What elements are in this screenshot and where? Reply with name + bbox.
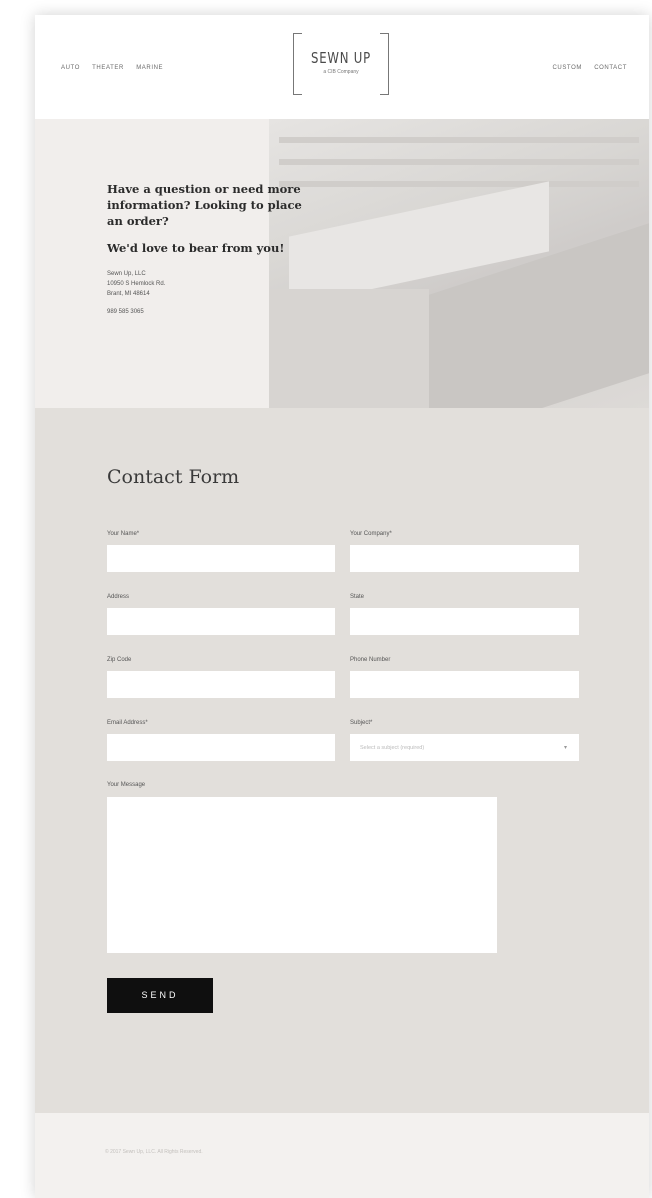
phone-input[interactable] xyxy=(350,671,579,698)
address-block: Sewn Up, LLC 10950 S Hemlock Rd. Brant, … xyxy=(107,269,317,299)
header: AUTO THEATER MARINE SEWN UP a CIB Compan… xyxy=(35,15,649,119)
zip-label: Zip Code xyxy=(107,657,132,663)
hero-photo xyxy=(269,119,649,445)
message-label: Your Message xyxy=(107,782,146,788)
logo-bracket-right xyxy=(380,33,389,95)
copyright: © 2017 Sewn Up, LLC. All Rights Reserved… xyxy=(105,1149,203,1155)
address-line: Brant, MI 48614 xyxy=(107,291,150,297)
company-input[interactable] xyxy=(350,545,579,572)
logo[interactable]: SEWN UP a CIB Company xyxy=(293,33,389,95)
logo-tagline: a CIB Company xyxy=(323,69,359,75)
subject-label: Subject* xyxy=(350,720,373,726)
contact-form-section: Contact Form Your Name* Your Company* Ad… xyxy=(35,408,649,1113)
email-label: Email Address* xyxy=(107,720,148,726)
logo-bracket-left xyxy=(293,33,302,95)
zip-input[interactable] xyxy=(107,671,335,698)
photo-detail xyxy=(279,181,639,187)
nav-theater[interactable]: THEATER xyxy=(92,65,124,71)
address-line: 10950 S Hemlock Rd. xyxy=(107,281,166,287)
address-input[interactable] xyxy=(107,608,335,635)
logo-name: SEWN UP xyxy=(311,49,371,67)
footer: © 2017 Sewn Up, LLC. All Rights Reserved… xyxy=(35,1113,649,1198)
hero-love: We'd love to bear from you! xyxy=(107,241,285,255)
name-input[interactable] xyxy=(107,545,335,572)
address-label: Address xyxy=(107,594,130,600)
message-textarea[interactable] xyxy=(107,797,497,953)
nav-auto[interactable]: AUTO xyxy=(61,65,80,71)
nav-right: CUSTOM CONTACT xyxy=(542,65,627,71)
nav-marine[interactable]: MARINE xyxy=(136,65,163,71)
address-line: Sewn Up, LLC xyxy=(107,271,146,277)
photo-detail xyxy=(279,159,639,165)
company-label: Your Company* xyxy=(350,531,392,537)
chevron-down-icon: ▾ xyxy=(563,745,567,751)
state-label: State xyxy=(350,594,365,600)
hero-question: Have a question or need more information… xyxy=(107,182,302,228)
state-input[interactable] xyxy=(350,608,579,635)
phone-label: Phone Number xyxy=(350,657,391,663)
form-title: Contact Form xyxy=(107,466,240,488)
hero-text: Have a question or need more information… xyxy=(107,181,317,315)
nav-custom[interactable]: CUSTOM xyxy=(552,65,582,71)
subject-placeholder: Select a subject (required) xyxy=(360,745,425,751)
subject-select[interactable]: Select a subject (required) ▾ xyxy=(350,734,579,761)
phone-number[interactable]: 989 585 3065 xyxy=(107,309,317,315)
send-button[interactable]: SEND xyxy=(107,978,213,1013)
page: AUTO THEATER MARINE SEWN UP a CIB Compan… xyxy=(35,15,649,1198)
name-label: Your Name* xyxy=(107,531,140,537)
photo-detail xyxy=(279,137,639,143)
nav-contact[interactable]: CONTACT xyxy=(594,65,627,71)
email-input[interactable] xyxy=(107,734,335,761)
nav-left: AUTO THEATER MARINE xyxy=(61,65,173,71)
hero-section: Have a question or need more information… xyxy=(35,119,649,445)
